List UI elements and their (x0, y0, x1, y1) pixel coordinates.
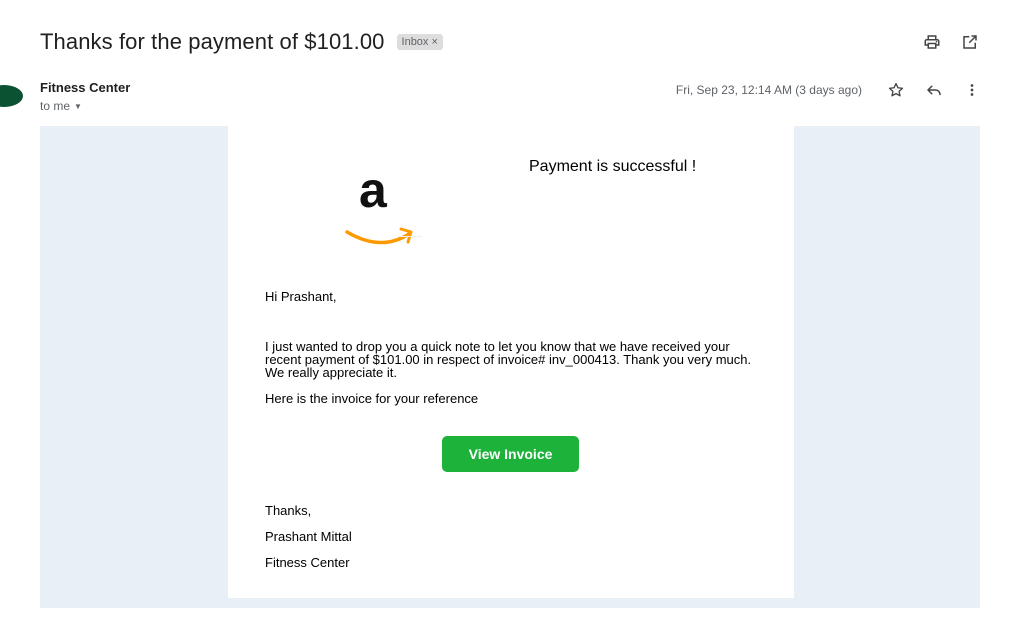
greeting: Hi Prashant, (265, 289, 337, 304)
open-in-new-icon[interactable] (960, 32, 980, 52)
arrow-drop-down-icon[interactable]: ▼ (74, 102, 82, 111)
recipient-text: to me (40, 99, 71, 113)
view-invoice-button[interactable]: View Invoice (442, 436, 579, 472)
signature-name: Prashant Mittal (265, 529, 352, 544)
email-subject: Thanks for the payment of $101.00 (40, 29, 385, 54)
message-meta: Fri, Sep 23, 12:14 AM (3 days ago) (676, 80, 982, 100)
payment-status-heading: Payment is successful ! (529, 158, 697, 175)
recipient-details[interactable]: to me ▼ (40, 99, 130, 113)
email-card: a Payment is successful ! Hi Prashant, I… (228, 126, 794, 598)
reference-line: Here is the invoice for your reference (265, 391, 479, 406)
thread-actions (922, 32, 980, 52)
smile-arrow-icon (345, 227, 413, 245)
avatar (0, 83, 25, 109)
more-vert-icon[interactable] (962, 80, 982, 100)
reply-icon[interactable] (924, 80, 944, 100)
inbox-label-chip[interactable]: Inbox × (396, 34, 443, 50)
logo-letter: a (359, 162, 387, 218)
message-date: Fri, Sep 23, 12:14 AM (3 days ago) (675, 83, 862, 97)
email-subject-row: Thanks for the payment of $101.00 Inbox … (40, 26, 443, 58)
inbox-label-text: Inbox (401, 36, 429, 48)
sender-block: Fitness Center to me ▼ (40, 80, 130, 113)
sender-avatar[interactable] (0, 83, 26, 109)
signoff: Thanks, (265, 503, 312, 518)
sender-name[interactable]: Fitness Center (40, 80, 130, 95)
signature-org: Fitness Center (265, 555, 350, 570)
amazon-logo: a (343, 160, 423, 245)
star-icon[interactable] (886, 80, 906, 100)
divider (398, 236, 422, 237)
message-paragraph: I just wanted to drop you a quick note t… (265, 339, 752, 380)
remove-label-icon[interactable]: × (431, 35, 437, 49)
print-icon[interactable] (922, 32, 942, 52)
